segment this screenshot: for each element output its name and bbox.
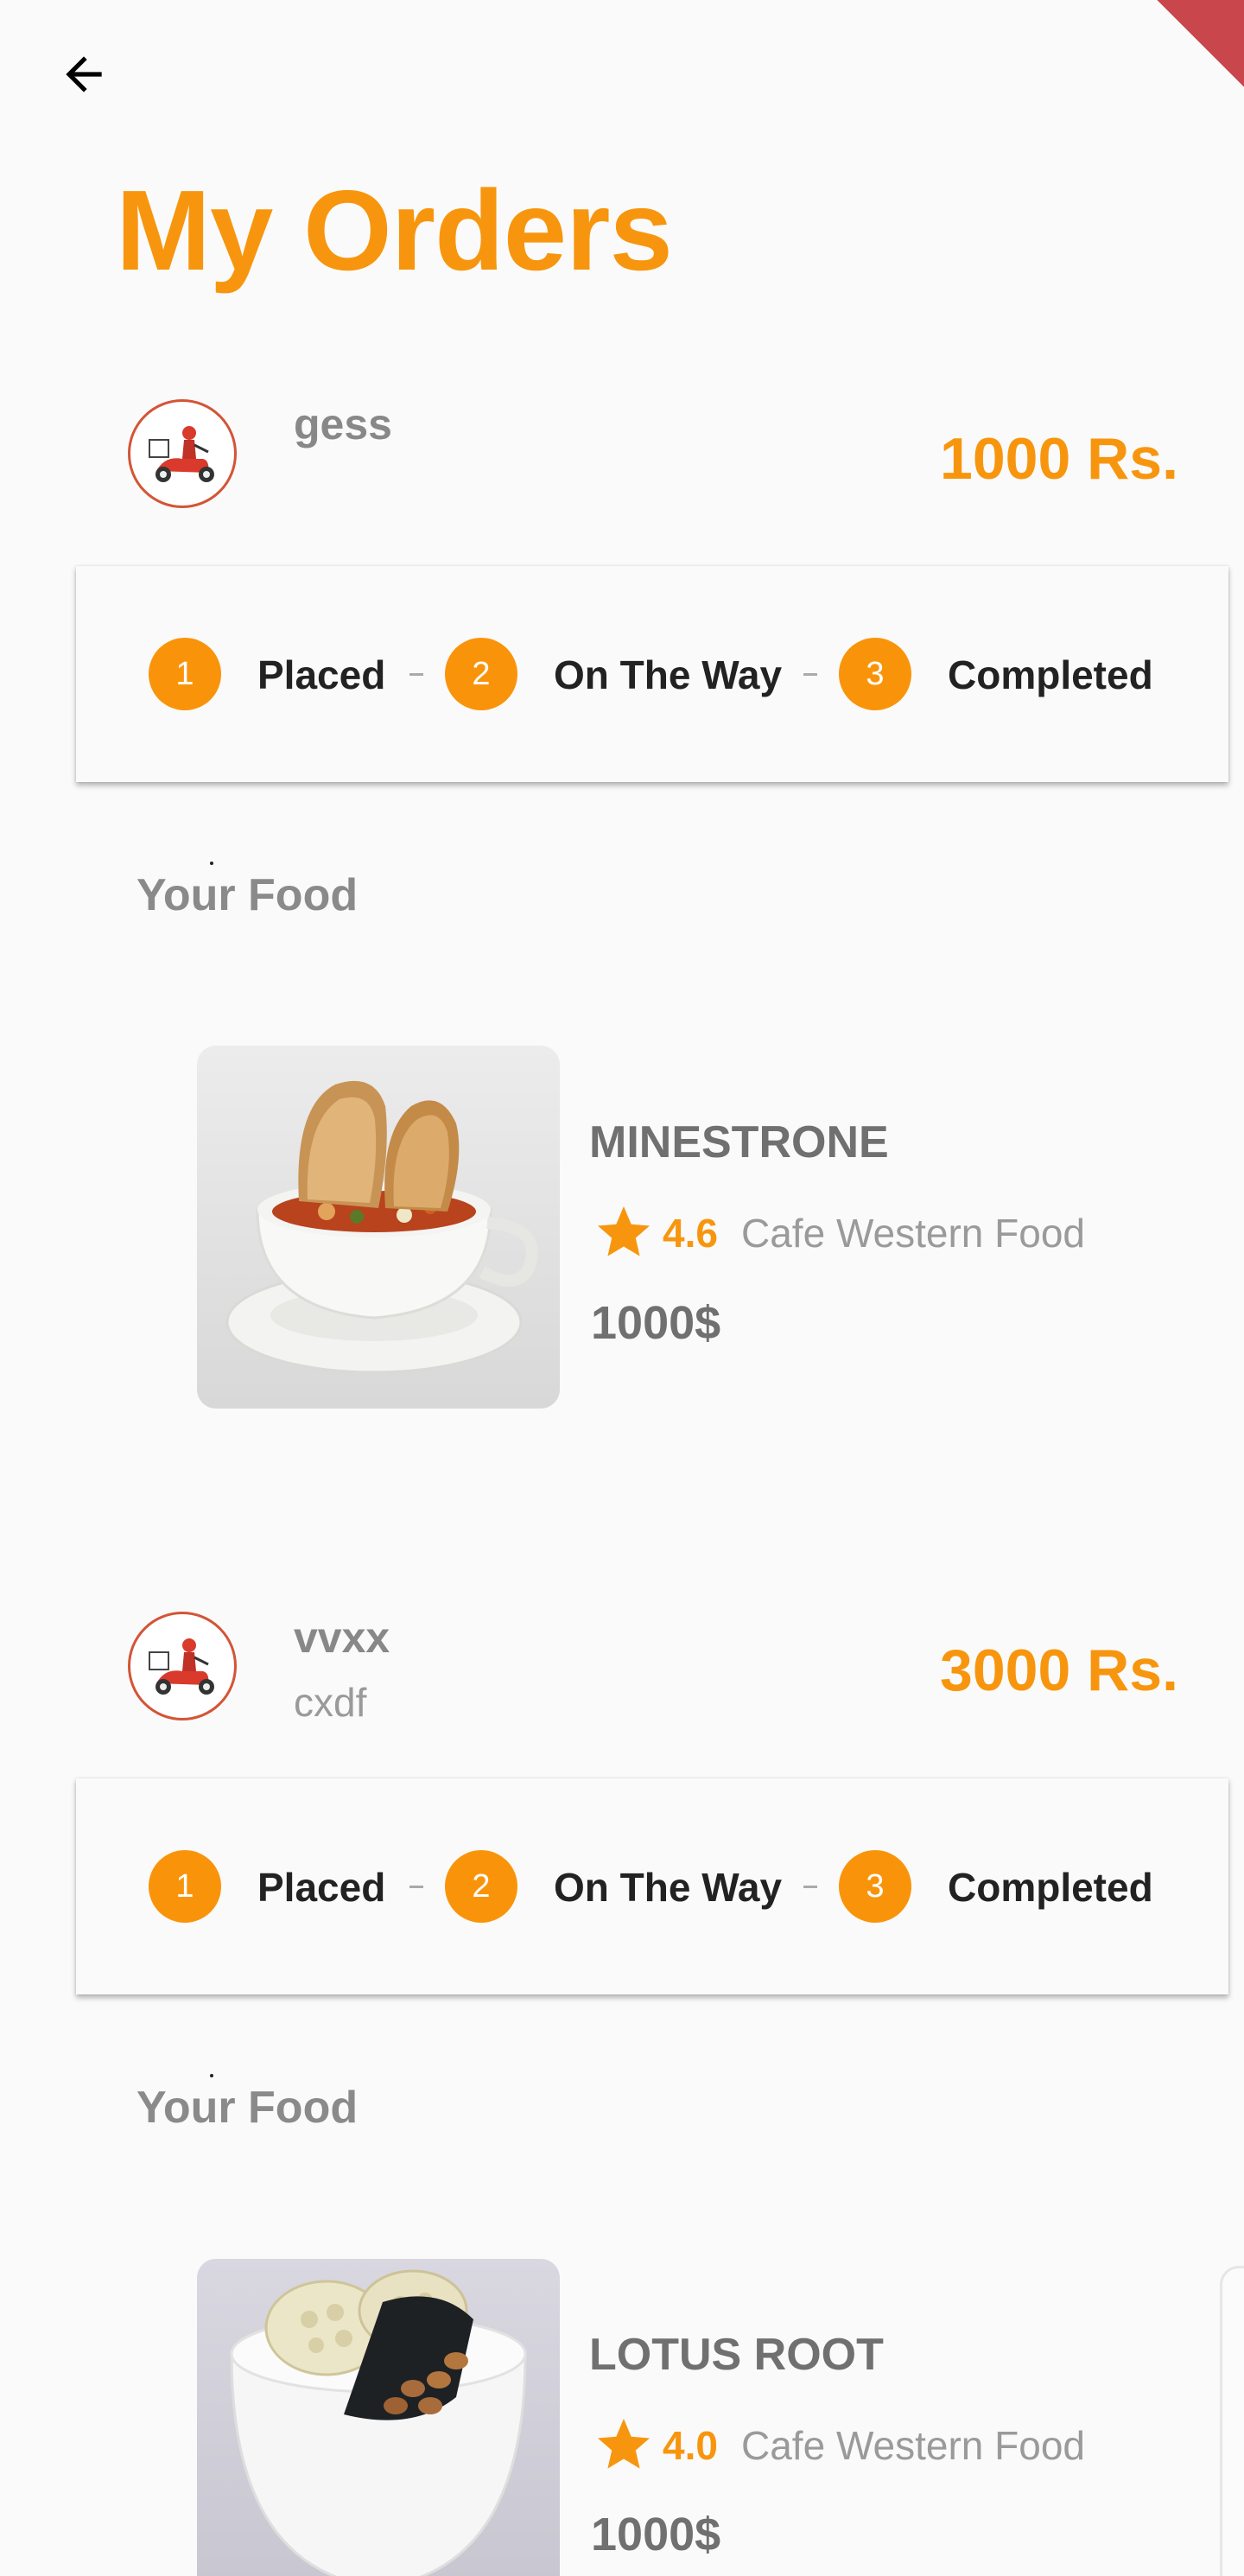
order-customer-name: vvxx (294, 1613, 390, 1662)
order-total: 1000 Rs. (940, 426, 1178, 492)
step-number-placed[interactable]: 1 (149, 1850, 221, 1923)
avatar (128, 399, 237, 508)
step-label-placed: Placed (257, 652, 386, 697)
order-status-stepper: 1 Placed 2 On The Way 3 Completed (76, 1778, 1228, 1994)
step-separator (803, 1886, 817, 1888)
step-separator (803, 673, 817, 676)
avatar (128, 1612, 237, 1721)
section-title-your-food: Your Food (136, 2083, 359, 2133)
back-button[interactable] (52, 48, 121, 108)
food-name: LOTUS ROOT (589, 2330, 884, 2380)
star-icon (598, 2419, 650, 2469)
delivery-scooter-icon (149, 426, 214, 482)
order-total: 3000 Rs. (940, 1638, 1178, 1703)
food-image[interactable] (197, 2259, 560, 2576)
step-separator (409, 1886, 423, 1888)
order-customer-name: gess (294, 400, 392, 448)
delivery-scooter-icon (149, 1638, 214, 1695)
step-label-on-the-way: On The Way (554, 652, 783, 697)
food-category: Cafe Western Food (741, 2423, 1086, 2468)
step-number-completed[interactable]: 3 (839, 638, 911, 710)
arrow-left-icon (66, 56, 102, 92)
food-category: Cafe Western Food (741, 1211, 1086, 1256)
step-number-on-the-way[interactable]: 2 (445, 1850, 517, 1923)
next-food-card-edge[interactable] (1220, 2266, 1244, 2576)
soup-bowl-icon (197, 1046, 560, 1409)
decoration-dot (210, 2074, 213, 2077)
step-separator (409, 673, 423, 676)
food-image[interactable] (197, 1046, 560, 1409)
decoration-dot (210, 862, 213, 865)
food-rating: 4.6 (663, 1211, 718, 1256)
soup-bowl-icon (197, 2259, 560, 2576)
order-subtitle: cxdf (294, 1680, 367, 1725)
step-label-on-the-way: On The Way (554, 1865, 783, 1910)
step-label-placed: Placed (257, 1865, 386, 1910)
debug-banner (1129, 0, 1244, 95)
section-title-your-food: Your Food (136, 870, 359, 920)
step-number-completed[interactable]: 3 (839, 1850, 911, 1923)
star-icon (598, 1206, 650, 1256)
page-title: My Orders (116, 167, 673, 294)
food-rating: 4.0 (663, 2423, 718, 2468)
food-price: 1000$ (591, 2509, 721, 2560)
food-name: MINESTRONE (589, 1117, 889, 1167)
step-number-on-the-way[interactable]: 2 (445, 638, 517, 710)
step-label-completed: Completed (948, 652, 1153, 697)
step-label-completed: Completed (948, 1865, 1153, 1910)
order-status-stepper: 1 Placed 2 On The Way 3 Completed (76, 566, 1228, 782)
food-price: 1000$ (591, 1297, 721, 1349)
step-number-placed[interactable]: 1 (149, 638, 221, 710)
